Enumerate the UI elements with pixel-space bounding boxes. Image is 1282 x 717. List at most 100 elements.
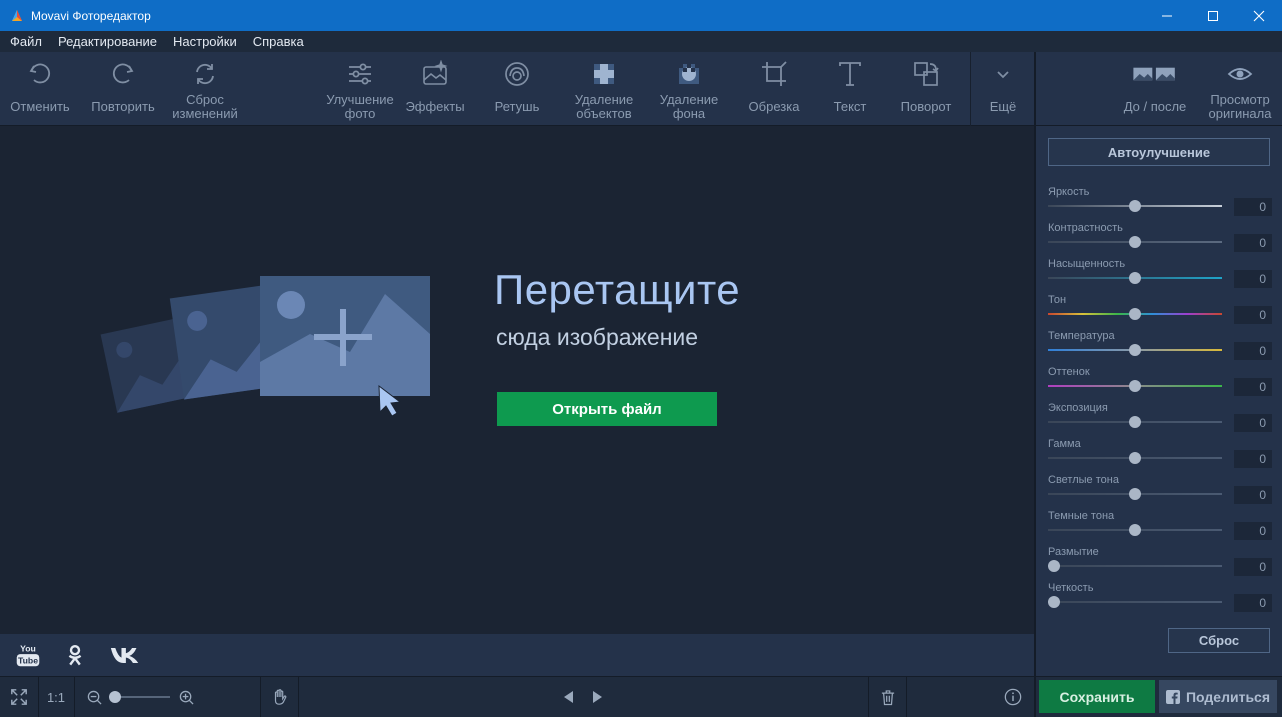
menu-help[interactable]: Справка <box>245 34 312 49</box>
chevron-down-icon <box>997 71 1009 79</box>
menu-file[interactable]: Файл <box>2 34 50 49</box>
adjustment-value-field[interactable]: 0 <box>1234 270 1272 288</box>
reset-changes-button[interactable]: Сброс изменений <box>168 52 242 126</box>
adjustment-value-field[interactable]: 0 <box>1234 234 1272 252</box>
remove-objects-button[interactable]: Удаление объектов <box>566 52 642 126</box>
redo-icon <box>113 63 134 84</box>
adjustment-slider-handle[interactable] <box>1129 344 1141 356</box>
effects-label: Эффекты <box>405 99 465 114</box>
more-label: Ещё <box>989 99 1017 114</box>
zoom-out-button[interactable] <box>84 677 104 717</box>
next-image-button[interactable] <box>588 677 608 717</box>
arrow-right-icon <box>593 691 602 703</box>
crop-icon <box>762 61 787 86</box>
adjustment-slider-label: Оттенок <box>1048 366 1090 378</box>
retouch-button[interactable]: Ретушь <box>482 52 552 126</box>
adjustment-slider-row: Тон 0 <box>1048 294 1276 330</box>
retouch-face-icon <box>505 62 529 86</box>
minimize-button[interactable] <box>1144 0 1190 31</box>
before-after-button[interactable]: До / после <box>1116 52 1194 126</box>
adjustment-slider-track[interactable] <box>1048 565 1222 567</box>
preview-label-2: оригинала <box>1208 106 1272 121</box>
main-toolbar: Отменить Повторить Сброс изменений Улучш… <box>0 52 1034 126</box>
facebook-icon <box>1165 689 1180 704</box>
drop-area[interactable]: Перетащите сюда изображение Открыть файл <box>0 126 1034 634</box>
odnoklassniki-button[interactable] <box>60 640 90 670</box>
zoom-in-icon <box>179 690 194 705</box>
adjustment-slider-handle[interactable] <box>1048 596 1060 608</box>
vk-icon <box>110 647 139 663</box>
adjustment-slider-row: Оттенок 0 <box>1048 366 1276 402</box>
save-button[interactable]: Сохранить <box>1039 680 1155 713</box>
previous-image-button[interactable] <box>558 677 578 717</box>
adjustment-slider-handle[interactable] <box>1129 236 1141 248</box>
adjustment-value-field[interactable]: 0 <box>1234 378 1272 396</box>
adjustment-slider-label: Насыщенность <box>1048 258 1126 270</box>
open-file-button[interactable]: Открыть файл <box>497 392 717 426</box>
adjustment-value-field[interactable]: 0 <box>1234 450 1272 468</box>
maximize-button[interactable] <box>1190 0 1236 31</box>
rotate-button[interactable]: Поворот <box>892 52 960 126</box>
adjustment-slider-row: Темные тона 0 <box>1048 510 1276 546</box>
adjustment-slider-handle[interactable] <box>1129 416 1141 428</box>
close-button[interactable] <box>1236 0 1282 31</box>
adjustment-slider-track[interactable] <box>1048 601 1222 603</box>
share-button[interactable]: Поделиться <box>1159 680 1277 713</box>
info-button[interactable] <box>1000 677 1026 717</box>
youtube-button[interactable]: You Tube <box>13 640 43 670</box>
enhance-label-2: фото <box>344 106 376 121</box>
remove-background-button[interactable]: Удаление фона <box>652 52 726 126</box>
remove-background-label-2: фона <box>672 106 706 121</box>
auto-enhance-button[interactable]: Автоулучшение <box>1048 138 1270 166</box>
enhance-photo-button[interactable]: Улучшение фото <box>320 52 400 126</box>
adjustment-value-field[interactable]: 0 <box>1234 558 1272 576</box>
effects-button[interactable]: Эффекты <box>398 52 472 126</box>
adjustment-slider-handle[interactable] <box>1129 488 1141 500</box>
text-button[interactable]: Текст <box>818 52 882 126</box>
bottom-separator <box>38 677 39 717</box>
zoom-in-button[interactable] <box>176 677 196 717</box>
adjustment-slider-label: Тон <box>1048 294 1067 306</box>
adjustment-slider-handle[interactable] <box>1129 272 1141 284</box>
pan-tool-button[interactable] <box>266 677 294 717</box>
menu-bar: Файл Редактирование Настройки Справка <box>0 31 1282 52</box>
adjustment-value-field[interactable]: 0 <box>1234 342 1272 360</box>
adjustment-slider-row: Четкость 0 <box>1048 582 1276 618</box>
fullscreen-icon <box>11 689 27 705</box>
crop-button[interactable]: Обрезка <box>740 52 808 126</box>
vk-button[interactable] <box>108 640 142 670</box>
adjustment-value-field[interactable]: 0 <box>1234 198 1272 216</box>
actual-size-button[interactable]: 1:1 <box>40 677 72 717</box>
window-title: Movavi Фоторедактор <box>31 8 151 23</box>
adjustment-value-field[interactable]: 0 <box>1234 306 1272 324</box>
text-label: Текст <box>833 99 867 114</box>
svg-text:Tube: Tube <box>18 656 38 666</box>
fullscreen-button[interactable] <box>4 677 34 717</box>
redo-button[interactable]: Повторить <box>86 52 160 126</box>
menu-settings[interactable]: Настройки <box>165 34 245 49</box>
reset-button[interactable]: Сброс <box>1168 628 1270 653</box>
adjustment-slider-handle[interactable] <box>1129 452 1141 464</box>
maximize-icon <box>1208 10 1218 21</box>
adjustment-value-field[interactable]: 0 <box>1234 486 1272 504</box>
adjustment-slider-handle[interactable] <box>1129 200 1141 212</box>
delete-button[interactable] <box>874 677 902 717</box>
menu-edit[interactable]: Редактирование <box>50 34 165 49</box>
adjustment-value-field[interactable]: 0 <box>1234 594 1272 612</box>
adjustment-slider-label: Четкость <box>1048 582 1094 594</box>
adjustment-slider-row: Яркость 0 <box>1048 186 1276 222</box>
undo-button[interactable]: Отменить <box>6 52 74 126</box>
title-bar: Movavi Фоторедактор <box>0 0 1282 31</box>
zoom-slider-handle[interactable] <box>109 691 121 703</box>
adjustment-value-field[interactable]: 0 <box>1234 522 1272 540</box>
bottom-separator <box>260 677 261 717</box>
adjustment-slider-label: Гамма <box>1048 438 1081 450</box>
adjustment-slider-handle[interactable] <box>1129 524 1141 536</box>
svg-text:You: You <box>20 644 36 654</box>
adjustment-slider-handle[interactable] <box>1129 380 1141 392</box>
preview-original-button[interactable]: Просмотр оригинала <box>1200 52 1280 126</box>
adjustment-value-field[interactable]: 0 <box>1234 414 1272 432</box>
more-button[interactable]: Ещё <box>976 52 1030 126</box>
adjustment-slider-handle[interactable] <box>1048 560 1060 572</box>
adjustment-slider-handle[interactable] <box>1129 308 1141 320</box>
